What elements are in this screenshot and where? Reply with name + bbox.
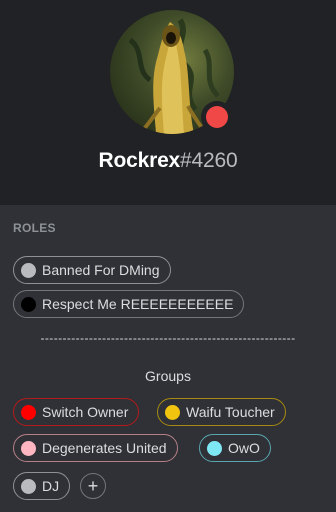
- role-pill-respect-me[interactable]: Respect Me REEEEEEEEEEE: [13, 290, 245, 318]
- avatar[interactable]: [110, 10, 234, 134]
- plus-icon: +: [87, 476, 99, 496]
- role-color-dot: [21, 478, 36, 494]
- role-color-dot: [21, 404, 36, 420]
- role-color-dot: [21, 440, 36, 456]
- user-tag: Rockrex#4260: [0, 146, 336, 176]
- add-role-button[interactable]: +: [80, 473, 106, 499]
- role-name: OwO: [228, 440, 260, 456]
- role-pill-banned-for-dming[interactable]: Banned For DMing: [13, 256, 171, 284]
- role-color-dot: [165, 404, 180, 420]
- status-dnd-dot: [206, 106, 228, 128]
- role-name: Banned For DMing: [42, 262, 160, 278]
- role-pill-switch-owner[interactable]: Switch Owner: [13, 398, 140, 426]
- role-pill-owo[interactable]: OwO: [199, 434, 271, 462]
- role-name: Degenerates United: [42, 440, 167, 456]
- role-color-dot: [21, 296, 36, 312]
- username: Rockrex: [98, 149, 181, 172]
- status-indicator: [201, 101, 233, 133]
- profile-header: Rockrex#4260: [0, 0, 336, 205]
- role-pill-waifu-toucher[interactable]: Waifu Toucher: [157, 398, 286, 426]
- role-color-dot: [207, 440, 222, 456]
- role-name: Respect Me REEEEEEEEEEE: [42, 296, 234, 312]
- roles-divider: ----------------------------------------…: [40, 331, 296, 345]
- discriminator: #4260: [180, 149, 238, 172]
- roles-section-title: ROLES: [13, 221, 56, 235]
- groups-heading: Groups: [145, 368, 191, 384]
- role-name: Waifu Toucher: [186, 404, 275, 420]
- role-name: Switch Owner: [42, 404, 129, 420]
- role-pill-degenerates-united[interactable]: Degenerates United: [13, 434, 178, 462]
- role-pill-dj[interactable]: DJ: [13, 472, 71, 500]
- role-color-dot: [21, 262, 36, 278]
- role-name: DJ: [42, 478, 60, 494]
